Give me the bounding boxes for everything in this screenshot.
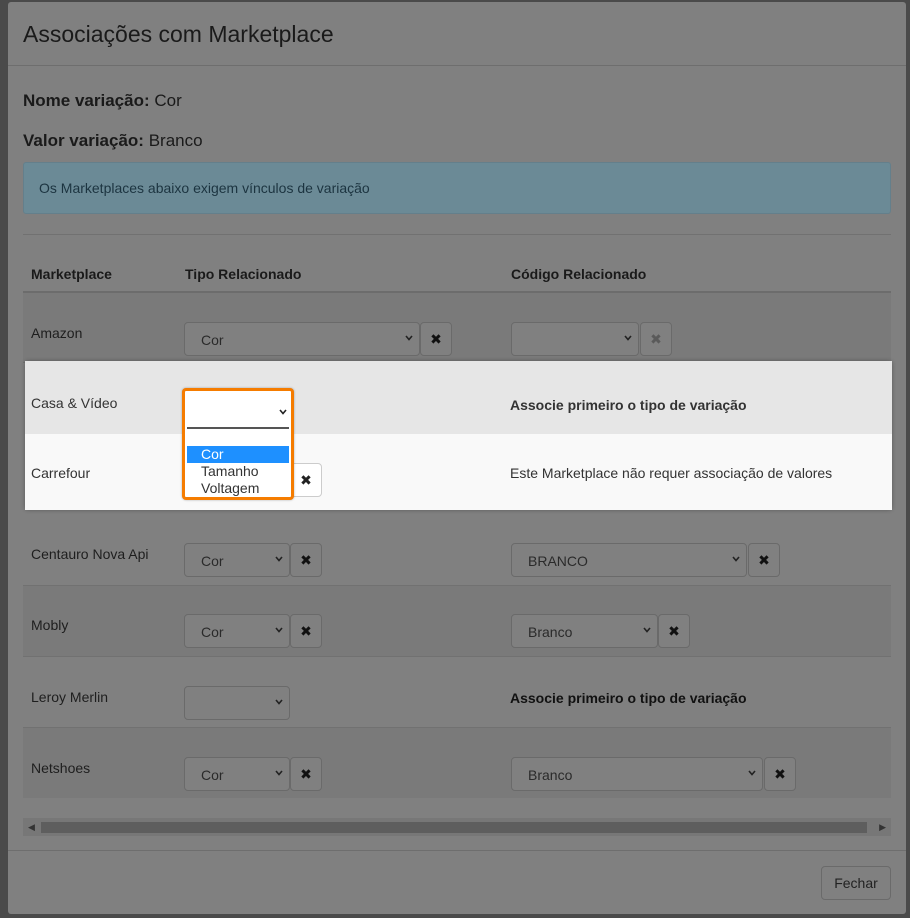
tipo-select[interactable]: Cor xyxy=(184,757,290,791)
close-button[interactable]: Fechar xyxy=(821,866,891,900)
associate-first-note: Associe primeiro o tipo de variação xyxy=(510,690,747,706)
variation-name-value: Cor xyxy=(154,91,182,110)
option-tamanho[interactable]: Tamanho xyxy=(187,463,289,480)
table-row: Leroy Merlin Associe primeiro o tipo de … xyxy=(23,657,891,728)
horizontal-scrollbar[interactable]: ◀ ▶ xyxy=(23,818,891,836)
chevron-down-icon xyxy=(275,556,283,562)
table-row: Amazon Cor ✖ ✖ xyxy=(23,293,891,363)
option-voltagem[interactable]: Voltagem xyxy=(187,480,289,497)
tipo-select[interactable]: Cor xyxy=(184,322,420,356)
variation-value: Valor variação: Branco xyxy=(23,131,203,151)
variation-value-value: Branco xyxy=(148,131,203,150)
chevron-down-icon xyxy=(275,627,283,633)
table-row: Centauro Nova Api Cor ✖ BRANCO ✖ xyxy=(23,514,891,586)
clear-codigo-button[interactable]: ✖ xyxy=(658,614,690,648)
footer-divider xyxy=(8,850,906,851)
header-marketplace: Marketplace xyxy=(31,266,112,282)
codigo-select-value: Branco xyxy=(528,767,573,783)
tipo-dropdown-open[interactable]: Cor Tamanho Voltagem xyxy=(182,388,294,500)
clear-tipo-button[interactable]: ✖ xyxy=(290,614,322,648)
table-row: Carrefour ✖ Este Marketplace não requer … xyxy=(25,434,892,510)
chevron-down-icon xyxy=(643,627,651,633)
header-tipo: Tipo Relacionado xyxy=(185,266,302,282)
codigo-select[interactable]: Branco xyxy=(511,614,658,648)
chevron-down-icon xyxy=(732,556,740,562)
chevron-down-icon xyxy=(405,335,413,341)
codigo-select[interactable]: BRANCO xyxy=(511,543,747,577)
marketplace-name: Carrefour xyxy=(31,465,91,481)
scroll-right-icon[interactable]: ▶ xyxy=(879,822,886,833)
marketplace-name: Centauro Nova Api xyxy=(31,546,149,562)
clear-tipo-button[interactable]: ✖ xyxy=(290,757,322,791)
marketplace-name: Mobly xyxy=(31,617,69,633)
option-cor[interactable]: Cor xyxy=(187,446,289,463)
tipo-select[interactable]: Cor xyxy=(184,543,290,577)
clear-codigo-button[interactable]: ✖ xyxy=(764,757,796,791)
marketplace-name: Leroy Merlin xyxy=(31,689,109,705)
chevron-down-icon xyxy=(275,770,283,776)
scroll-left-icon[interactable]: ◀ xyxy=(28,822,35,833)
tipo-select-value: Cor xyxy=(201,624,224,640)
clear-tipo-button[interactable]: ✖ xyxy=(290,463,322,497)
tipo-select[interactable] xyxy=(184,686,290,720)
divider xyxy=(23,234,891,235)
highlighted-rows: Casa & Vídeo Associe primeiro o tipo de … xyxy=(25,361,892,510)
marketplace-name: Netshoes xyxy=(31,760,91,776)
variation-name: Nome variação: Cor xyxy=(23,91,182,111)
tipo-select[interactable] xyxy=(187,393,289,429)
associate-first-note: Associe primeiro o tipo de variação xyxy=(510,397,747,413)
table-row: Casa & Vídeo Associe primeiro o tipo de … xyxy=(25,361,892,434)
clear-codigo-button[interactable]: ✖ xyxy=(748,543,780,577)
clear-tipo-button[interactable]: ✖ xyxy=(290,543,322,577)
info-alert: Os Marketplaces abaixo exigem vínculos d… xyxy=(23,162,891,214)
tipo-select[interactable]: Cor xyxy=(184,614,290,648)
chevron-down-icon xyxy=(748,770,756,776)
clear-tipo-button[interactable]: ✖ xyxy=(420,322,452,356)
table-row: Netshoes Cor ✖ Branco ✖ xyxy=(23,728,891,798)
marketplace-name: Amazon xyxy=(31,325,83,341)
chevron-down-icon xyxy=(275,699,283,705)
chevron-down-icon xyxy=(624,335,632,341)
tipo-select-value: Cor xyxy=(201,553,224,569)
table-row: Mobly Cor ✖ Branco ✖ xyxy=(23,586,891,657)
chevron-down-icon xyxy=(279,409,287,415)
modal-title: Associações com Marketplace xyxy=(23,21,334,47)
codigo-select[interactable]: Branco xyxy=(511,757,763,791)
tipo-select-value: Cor xyxy=(201,332,224,348)
scrollbar-thumb[interactable] xyxy=(41,822,867,833)
no-association-note: Este Marketplace não requer associação d… xyxy=(510,465,833,481)
variation-value-label: Valor variação: xyxy=(23,131,144,150)
header-codigo: Código Relacionado xyxy=(511,266,647,282)
modal-header: Associações com Marketplace xyxy=(8,2,906,66)
tipo-select-value: Cor xyxy=(201,767,224,783)
codigo-select[interactable] xyxy=(511,322,639,356)
variation-name-label: Nome variação: xyxy=(23,91,150,110)
codigo-select-value: BRANCO xyxy=(528,553,588,569)
marketplace-name: Casa & Vídeo xyxy=(31,395,118,411)
clear-codigo-button[interactable]: ✖ xyxy=(640,322,672,356)
codigo-select-value: Branco xyxy=(528,624,573,640)
